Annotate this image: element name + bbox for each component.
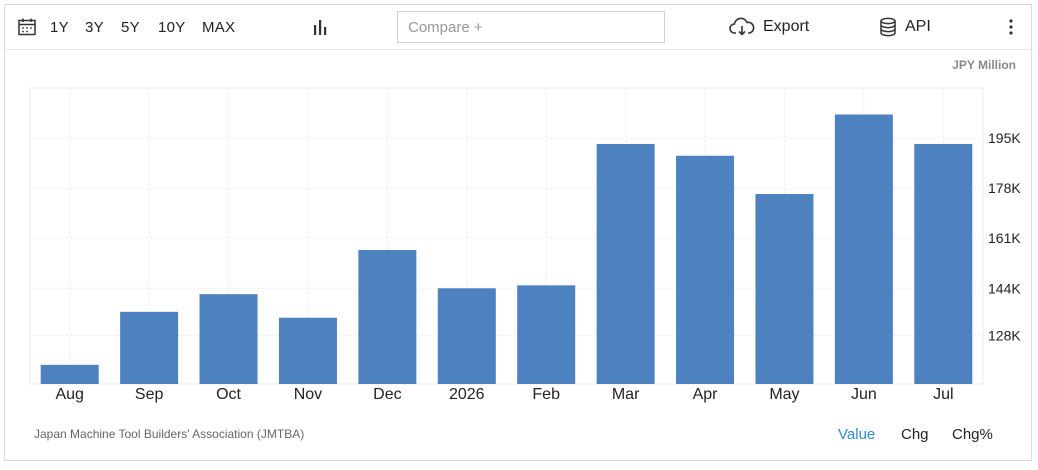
x-tick-label: Nov (294, 386, 322, 403)
x-tick-label: Oct (216, 386, 241, 403)
bar-chart: 128K 144K 161K 178K 195K Aug Sep Oct Nov Dec 2026 F… (29, 87, 1021, 403)
bar (755, 194, 814, 384)
source-label: Japan Machine Tool Builders' Association… (34, 427, 305, 441)
bar (914, 143, 973, 384)
y-tick-label: 128K (988, 327, 1021, 343)
tab-chg-percent[interactable]: Chg% (952, 426, 993, 443)
x-tick-label: Sep (135, 386, 164, 403)
bar (358, 249, 417, 384)
x-tick-label: Feb (532, 386, 560, 403)
bar (199, 294, 258, 384)
y-tick-label: 178K (988, 180, 1021, 196)
x-tick-label: Jun (851, 386, 877, 403)
y-tick-label: 195K (988, 130, 1021, 146)
bar (517, 285, 576, 384)
chart-widget: 1Y 3Y 5Y 10Y MAX Export (4, 4, 1033, 461)
y-tick-label: 144K (988, 280, 1021, 296)
bar (596, 143, 655, 384)
bar (278, 317, 337, 384)
bar (834, 114, 893, 385)
x-tick-label: Jul (933, 386, 953, 403)
tab-chg[interactable]: Chg (901, 426, 929, 443)
bar (437, 288, 496, 384)
x-tick-label: 2026 (449, 386, 485, 403)
x-tick-label: May (769, 386, 799, 403)
bar (676, 155, 735, 384)
x-tick-label: Mar (612, 386, 640, 403)
x-tick-label: Apr (693, 386, 719, 403)
y-tick-label: 161K (988, 230, 1021, 246)
x-tick-label: Aug (55, 386, 83, 403)
bar (120, 311, 179, 384)
x-tick-label: Dec (373, 386, 401, 403)
tab-value[interactable]: Value (838, 426, 875, 443)
bar (40, 364, 99, 384)
